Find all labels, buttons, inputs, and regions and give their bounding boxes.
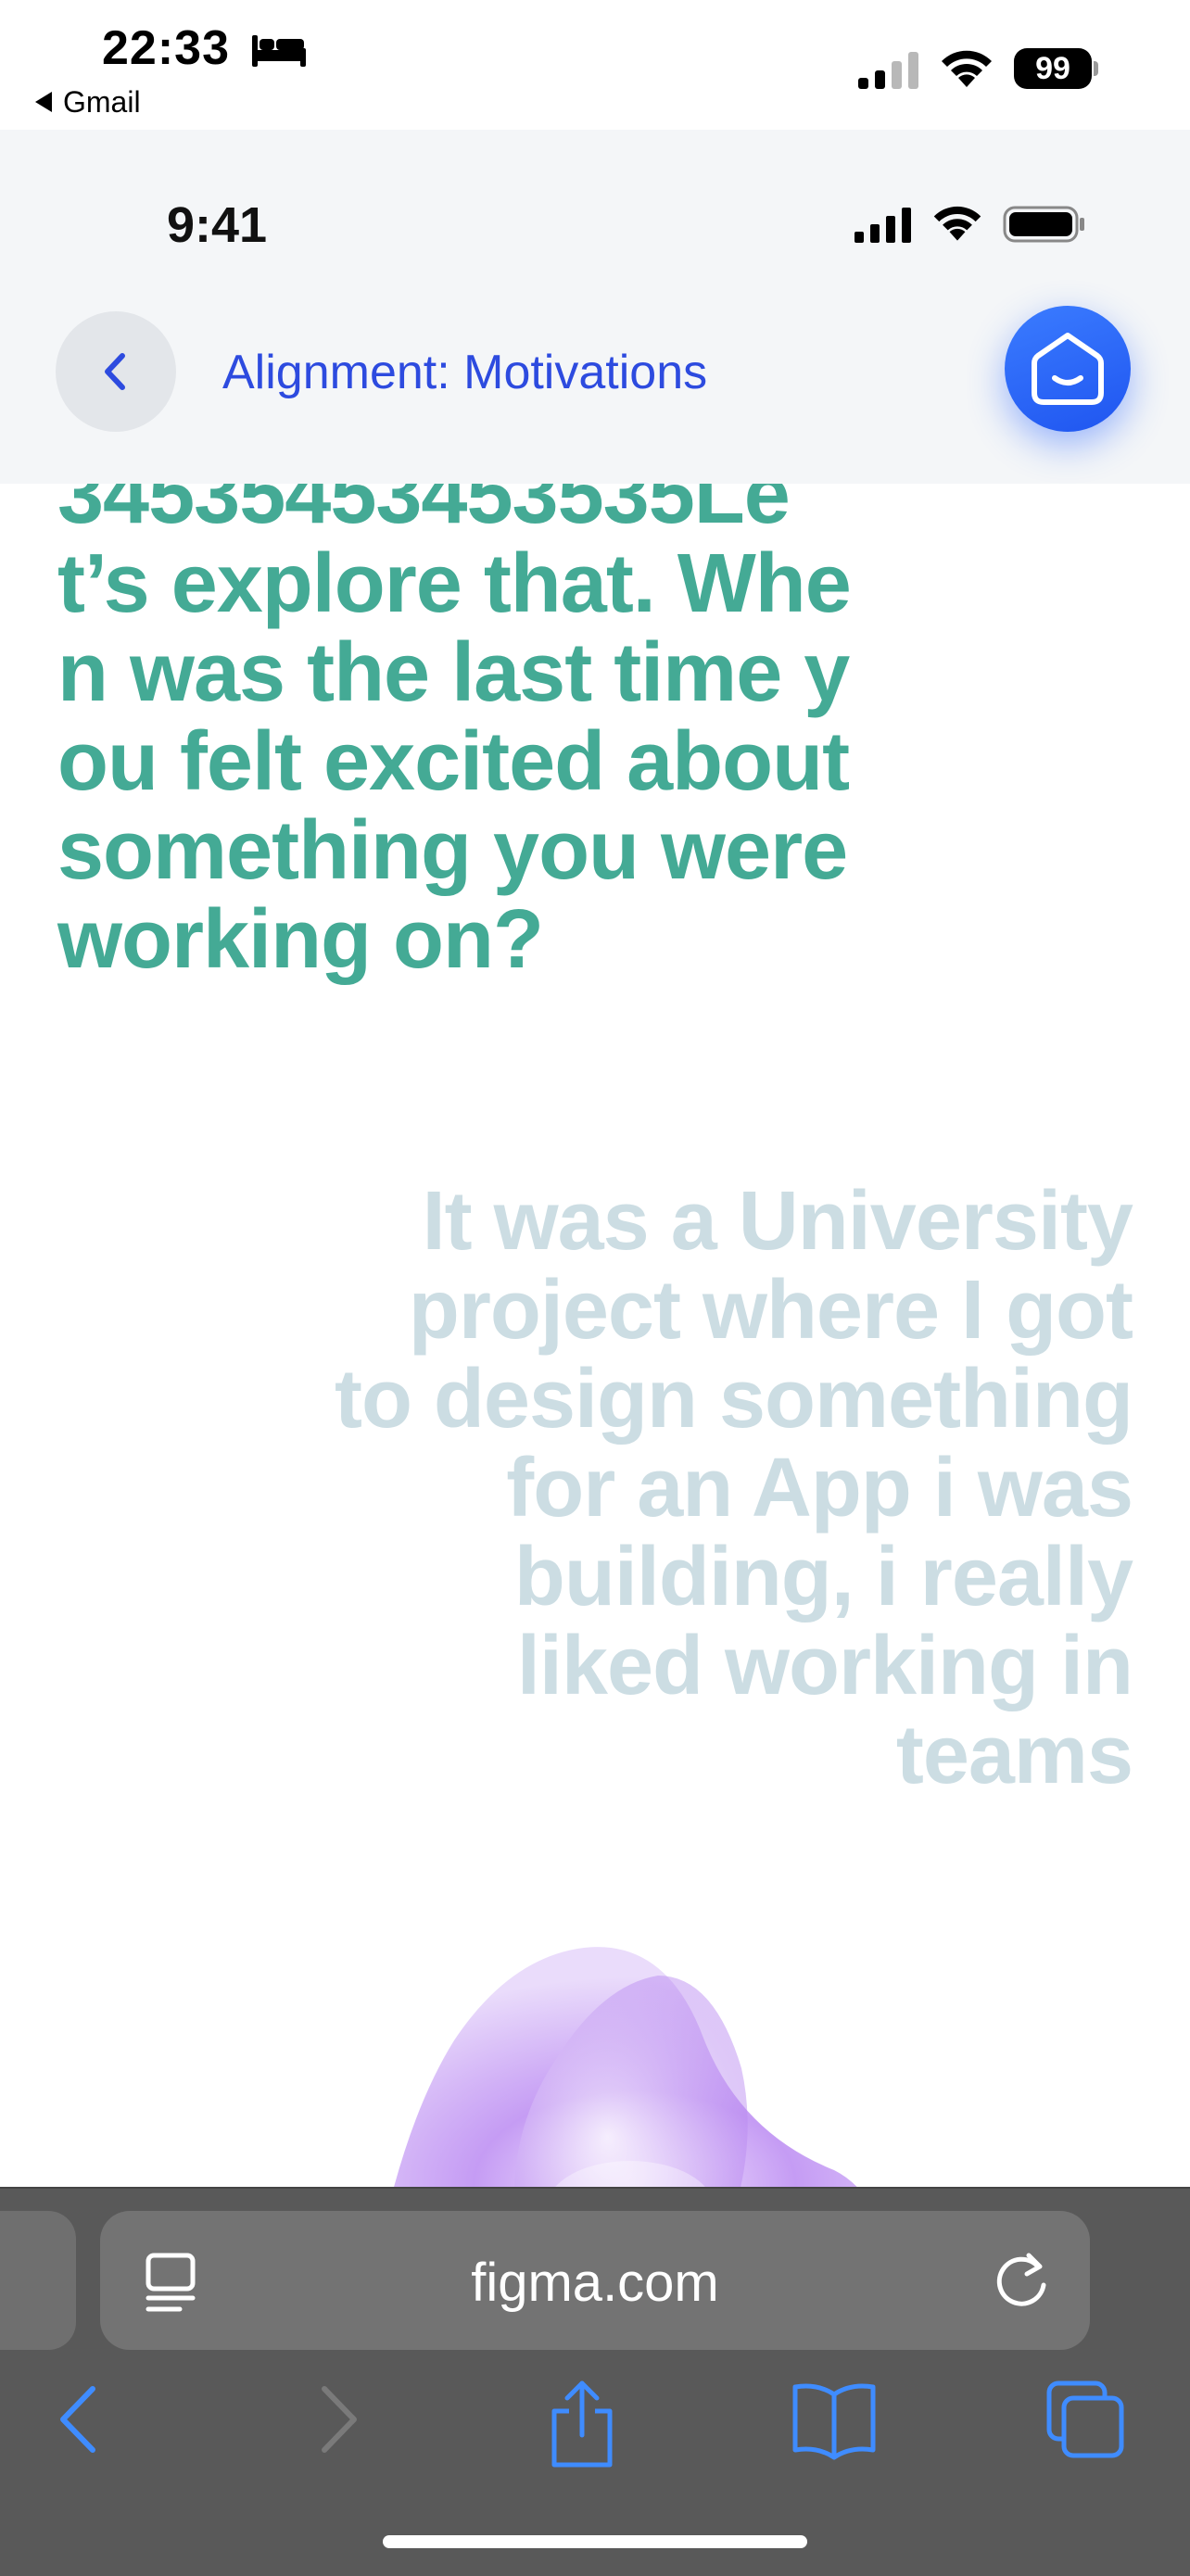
home-button[interactable] (1005, 306, 1131, 432)
page-title: Alignment: Motivations (222, 346, 708, 399)
back-to-app-link[interactable]: Gmail (35, 85, 141, 120)
back-app-label: Gmail (63, 85, 141, 119)
tabs-overview-icon[interactable] (1044, 2378, 1127, 2461)
conversation-area: 34535453453535Let’s explore that. When w… (0, 484, 1190, 2187)
share-icon[interactable] (545, 2378, 619, 2470)
wifi-icon (942, 50, 992, 87)
prototype-clock: 9:41 (167, 197, 268, 253)
browser-toolbar: figma.com (0, 2187, 1190, 2576)
battery-indicator: 99 (1014, 48, 1099, 91)
address-bar[interactable]: figma.com (100, 2211, 1090, 2350)
battery-nub (1094, 61, 1098, 76)
cellular-signal-icon (858, 52, 918, 89)
sleep-bed-icon (252, 35, 306, 67)
reload-icon[interactable] (990, 2248, 1055, 2313)
prototype-signal-icon (855, 208, 911, 243)
back-triangle-icon (35, 91, 52, 112)
url-text[interactable]: figma.com (100, 2252, 1090, 2314)
bot-question-text: 34535453453535Let’s explore that. When w… (57, 484, 852, 986)
voice-orb-graphic (394, 1947, 857, 2187)
chevron-left-icon (105, 353, 125, 390)
battery-level-text: 99 (1014, 48, 1092, 89)
device-clock: 22:33 (102, 21, 230, 75)
browser-forward-icon[interactable] (310, 2378, 365, 2461)
user-answer-text: It was a University project where I got … (334, 1175, 1133, 1801)
previous-tab-preview[interactable] (0, 2211, 76, 2350)
back-button[interactable] (56, 311, 176, 432)
prototype-header: 9:41 Alignment: Motivations (0, 130, 1190, 484)
browser-back-icon[interactable] (52, 2378, 108, 2461)
prototype-wifi-icon (933, 206, 981, 241)
smiling-house-icon (1032, 333, 1104, 405)
prototype-battery-icon (1003, 206, 1084, 243)
device-status-bar: 22:33 Gmail 99 (0, 0, 1190, 130)
home-indicator[interactable] (383, 2535, 807, 2548)
bookmarks-book-icon[interactable] (790, 2378, 879, 2461)
